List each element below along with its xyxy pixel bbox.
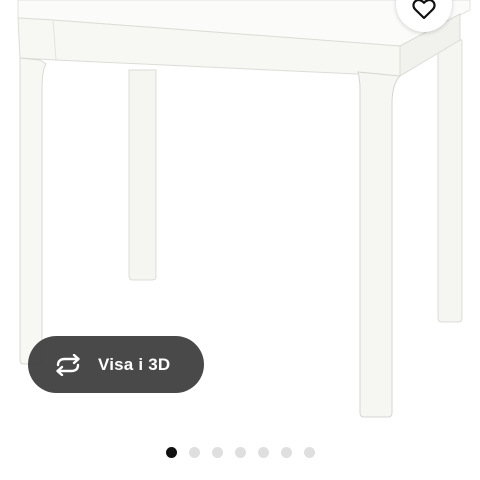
carousel-dot[interactable] [212, 446, 223, 458]
carousel-dot[interactable] [189, 446, 200, 458]
view-in-3d-label: Visa i 3D [98, 354, 171, 374]
carousel-dot[interactable] [258, 446, 269, 458]
carousel-dot[interactable] [281, 446, 292, 458]
carousel-pagination [166, 446, 327, 458]
product-gallery: Visa i 3D [0, 0, 480, 480]
view-in-3d-button[interactable]: Visa i 3D [28, 336, 204, 393]
carousel-dot[interactable] [235, 446, 246, 458]
heart-icon [412, 0, 436, 20]
carousel-dot[interactable] [304, 446, 315, 458]
carousel-dot[interactable] [166, 446, 177, 458]
rotate-arrows-icon [52, 353, 84, 376]
